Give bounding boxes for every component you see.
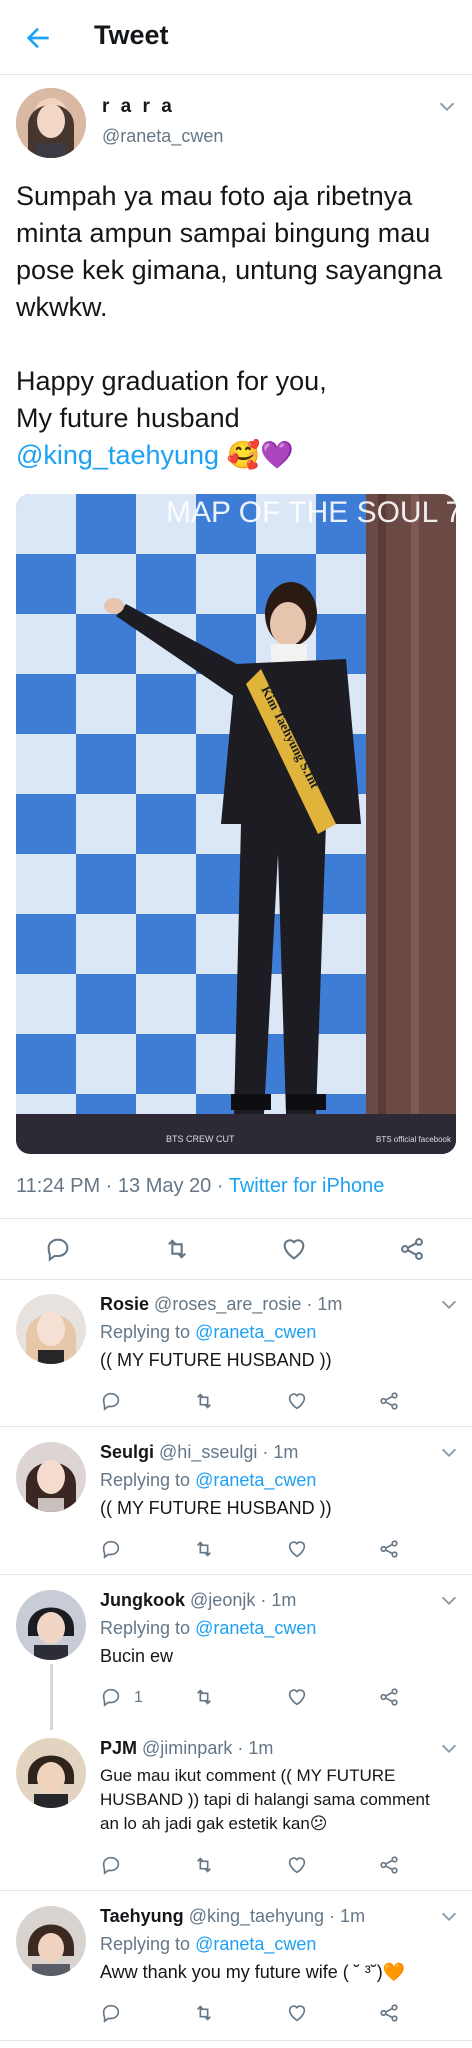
reply-author[interactable]: PJM @jiminpark · 1m bbox=[100, 1738, 273, 1759]
source-link[interactable]: Twitter for iPhone bbox=[229, 1175, 385, 1197]
avatar[interactable] bbox=[16, 1294, 86, 1364]
divider bbox=[0, 2040, 472, 2041]
chevron-down-icon[interactable] bbox=[438, 1442, 460, 1464]
divider bbox=[0, 1890, 472, 1891]
timestamp: 11:24 PM · 13 May 20 · bbox=[16, 1175, 229, 1197]
chevron-down-icon[interactable] bbox=[438, 1294, 460, 1316]
photo-caption: BTS CREW CUT bbox=[166, 1134, 235, 1144]
share-icon[interactable] bbox=[398, 1235, 426, 1263]
tweet-text-line: Sumpah ya mau foto aja ribetnya minta am… bbox=[16, 181, 443, 322]
reply-text: Gue mau ikut comment (( MY FUTURE HUSBAN… bbox=[100, 1766, 430, 1833]
tweet-photo[interactable]: MAP OF THE SOUL 7 Kim Taehyung S.Int BTS… bbox=[16, 494, 456, 1154]
reply-icon[interactable] bbox=[44, 1235, 72, 1263]
page-title: Tweet bbox=[94, 20, 169, 50]
divider bbox=[0, 1574, 472, 1575]
emoji: 🥰💜 bbox=[226, 440, 294, 470]
reply-text: (( MY FUTURE HUSBAND )) bbox=[100, 1498, 332, 1518]
back-arrow-icon[interactable] bbox=[22, 22, 54, 54]
reply-icon[interactable] bbox=[100, 1538, 122, 1560]
share-icon[interactable] bbox=[378, 1538, 400, 1560]
divider bbox=[0, 1426, 472, 1427]
chevron-down-icon[interactable] bbox=[436, 96, 458, 118]
mention-link[interactable]: @king_taehyung bbox=[16, 440, 219, 470]
replying-to: Replying to @raneta_cwen bbox=[100, 1618, 317, 1638]
reply-author[interactable]: Rosie @roses_are_rosie · 1m bbox=[100, 1294, 342, 1315]
replying-to: Replying to @raneta_cwen bbox=[100, 1470, 317, 1490]
avatar[interactable] bbox=[16, 1738, 86, 1808]
chevron-down-icon[interactable] bbox=[438, 1738, 460, 1760]
retweet-icon[interactable] bbox=[192, 1854, 216, 1876]
avatar[interactable] bbox=[16, 88, 86, 158]
like-icon[interactable] bbox=[286, 1390, 308, 1412]
tweet-body: Sumpah ya mau foto aja ribetnya minta am… bbox=[16, 178, 466, 474]
chevron-down-icon[interactable] bbox=[438, 1906, 460, 1928]
share-icon[interactable] bbox=[378, 2002, 400, 2024]
avatar[interactable] bbox=[16, 1590, 86, 1660]
retweet-icon[interactable] bbox=[192, 1538, 216, 1560]
like-icon[interactable] bbox=[280, 1235, 308, 1263]
like-icon[interactable] bbox=[286, 1686, 308, 1708]
reply-icon[interactable] bbox=[100, 2002, 122, 2024]
reply-text: Aww thank you my future wife ( ˘ ³˘)🧡 bbox=[100, 1962, 406, 1982]
share-icon[interactable] bbox=[378, 1854, 400, 1876]
photo-watermark: BTS official facebook bbox=[376, 1135, 452, 1144]
retweet-icon[interactable] bbox=[162, 1235, 192, 1263]
photo-banner-text: MAP OF THE SOUL 7 bbox=[166, 496, 456, 529]
thread-line bbox=[50, 1664, 53, 1730]
share-icon[interactable] bbox=[378, 1686, 400, 1708]
tweet-meta: 11:24 PM · 13 May 20 · Twitter for iPhon… bbox=[16, 1175, 384, 1198]
mention-link[interactable]: @raneta_cwen bbox=[195, 1934, 316, 1954]
reply-icon[interactable] bbox=[100, 1390, 122, 1412]
top-bar: Tweet bbox=[0, 0, 472, 75]
retweet-icon[interactable] bbox=[192, 2002, 216, 2024]
reply-text: Bucin ew bbox=[100, 1646, 174, 1666]
like-icon[interactable] bbox=[286, 1854, 308, 1876]
reply-icon[interactable] bbox=[100, 1854, 122, 1876]
reply-author[interactable]: Taehyung @king_taehyung · 1m bbox=[100, 1906, 365, 1927]
like-icon[interactable] bbox=[286, 2002, 308, 2024]
tweet-text-line: Happy graduation for you, bbox=[16, 366, 327, 396]
mention-link[interactable]: @raneta_cwen bbox=[195, 1618, 316, 1638]
display-name[interactable]: r a r a bbox=[102, 96, 175, 118]
reply-text: (( MY FUTURE HUSBAND )) bbox=[100, 1350, 332, 1370]
tweet-text-line: My future husband bbox=[16, 403, 240, 433]
mention-link[interactable]: @raneta_cwen bbox=[195, 1322, 316, 1342]
reply-count: 1 bbox=[134, 1689, 143, 1706]
reply-author[interactable]: Seulgi @hi_sseulgi · 1m bbox=[100, 1442, 298, 1463]
retweet-icon[interactable] bbox=[192, 1686, 216, 1708]
tweet-actions bbox=[0, 1218, 472, 1280]
retweet-icon[interactable] bbox=[192, 1390, 216, 1412]
replying-to: Replying to @raneta_cwen bbox=[100, 1934, 317, 1954]
reply-icon[interactable] bbox=[100, 1686, 122, 1708]
like-icon[interactable] bbox=[286, 1538, 308, 1560]
user-handle[interactable]: @raneta_cwen bbox=[102, 126, 223, 147]
avatar[interactable] bbox=[16, 1442, 86, 1512]
avatar[interactable] bbox=[16, 1906, 86, 1976]
replying-to: Replying to @raneta_cwen bbox=[100, 1322, 317, 1342]
mention-link[interactable]: @raneta_cwen bbox=[195, 1470, 316, 1490]
chevron-down-icon[interactable] bbox=[438, 1590, 460, 1612]
reply-author[interactable]: Jungkook @jeonjk · 1m bbox=[100, 1590, 296, 1611]
share-icon[interactable] bbox=[378, 1390, 400, 1412]
